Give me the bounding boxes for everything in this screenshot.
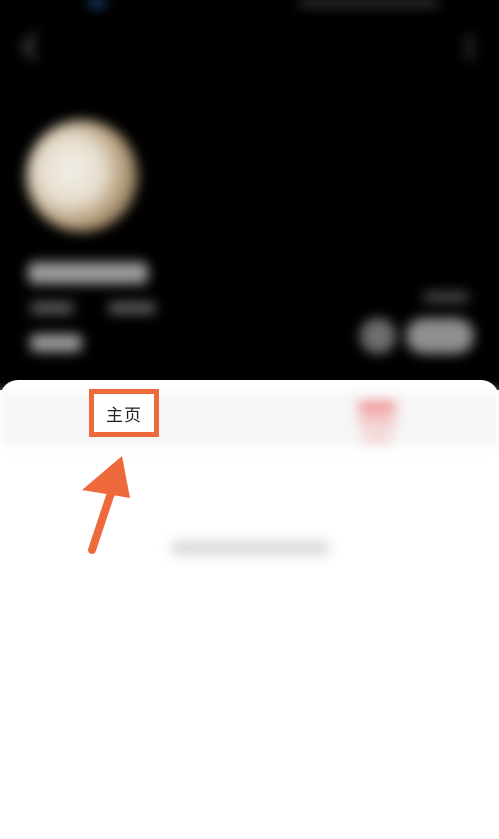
- empty-content-placeholder: [170, 540, 330, 556]
- tab-strip: [0, 392, 499, 446]
- home-tab-highlight[interactable]: 主页: [89, 389, 159, 437]
- tab-underline: [362, 436, 392, 440]
- profile-screen: 主页: [0, 0, 499, 839]
- back-arrow-icon[interactable]: [22, 36, 48, 62]
- status-bar-right: [299, 0, 439, 6]
- profile-name: [28, 262, 148, 284]
- home-tab-label: 主页: [106, 405, 142, 426]
- profile-meta-3: [30, 334, 82, 352]
- message-button[interactable]: [360, 318, 396, 354]
- more-vertical-icon[interactable]: [467, 36, 473, 62]
- profile-meta-1: [30, 302, 74, 314]
- status-indicator: [88, 0, 106, 6]
- profile-stat-label: [423, 292, 469, 302]
- profile-meta-2: [108, 302, 156, 314]
- content-sheet: [0, 380, 499, 839]
- tab-other[interactable]: [358, 402, 396, 412]
- avatar[interactable]: [26, 120, 138, 232]
- follow-button[interactable]: [406, 318, 474, 354]
- tab-other-secondary: [358, 418, 396, 426]
